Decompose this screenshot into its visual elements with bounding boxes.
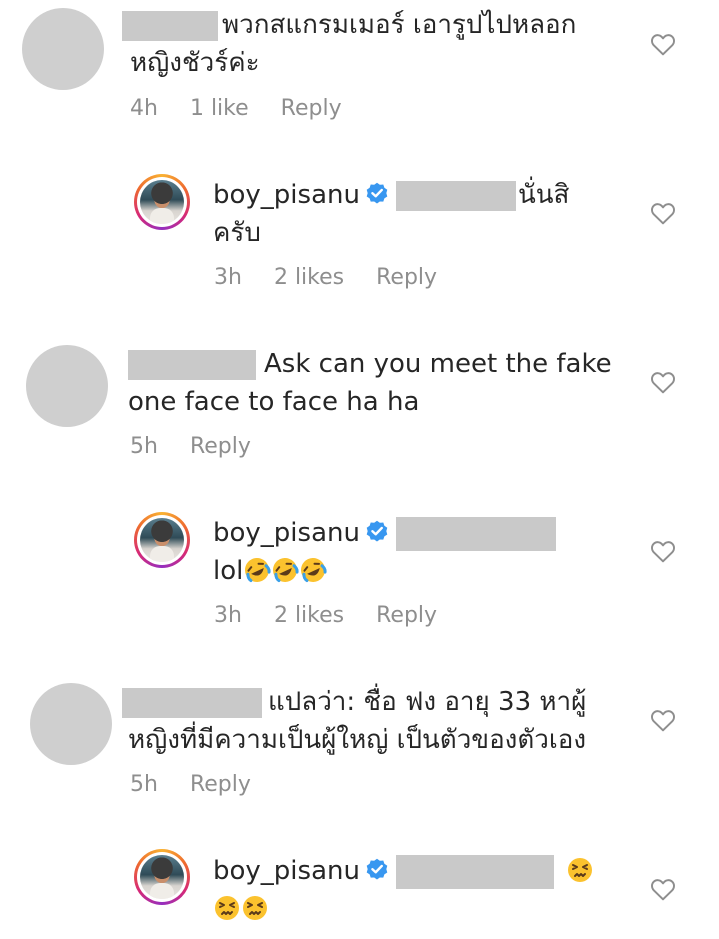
redacted-mention [395,854,554,889]
avatar[interactable] [30,683,112,765]
comment-text-line2: one face to face ha ha [128,387,420,417]
reply-button[interactable]: Reply [190,434,251,459]
comment-text-line2: หญิงที่มีความเป็นผู้ใหญ่ เป็นตัวของตัวเอ… [128,725,587,755]
verified-badge-icon [366,520,388,542]
comment-text: boy_pisanu lol [213,514,556,590]
comment-text-line1: แปลว่า: ชื่อ ฟง อายุ 33 หาผู้ [268,687,587,717]
rofl-emoji [245,558,271,583]
avatar[interactable] [22,8,104,90]
heart-outline-icon[interactable] [650,539,676,563]
likes-count[interactable]: 2 likes [274,603,344,628]
verified-badge-icon [366,858,388,880]
reply-button[interactable]: Reply [281,96,342,121]
username[interactable]: boy_pisanu [213,518,360,548]
avatar[interactable] [134,174,190,230]
comment-meta: 4h 1 like Reply [130,96,342,121]
redacted-mention [395,180,516,211]
rofl-emoji [301,558,327,583]
reply-button[interactable]: Reply [376,265,437,290]
comment-text-line2: lol [213,556,244,586]
comment-text-line2: ครับ [213,218,261,248]
comment-text: boy_pisanu [213,852,594,928]
reply-button[interactable]: Reply [190,772,251,797]
avatar[interactable] [134,512,190,568]
heart-outline-icon[interactable] [650,708,676,732]
persevering-face-emoji [243,896,267,920]
comment-meta: 5h Reply [130,772,251,797]
likes-count[interactable]: 2 likes [274,265,344,290]
comment-text: พวกสแกรมเมอร์ เอารูปไปหลอก หญิงชัวร์ค่ะ [122,6,576,82]
comment-text: แปลว่า: ชื่อ ฟง อายุ 33 หาผู้ หญิงที่มีค… [122,683,586,759]
comment-text-line2: หญิงชัวร์ค่ะ [130,48,260,78]
comment-meta: 3h 2 likes Reply [214,603,437,628]
timestamp: 5h [130,434,158,459]
comment-meta: 5h Reply [130,434,251,459]
timestamp: 5h [130,772,158,797]
timestamp: 3h [214,603,242,628]
comment-meta: 3h 2 likes Reply [214,265,437,290]
heart-outline-icon[interactable] [650,370,676,394]
persevering-face-emoji [215,896,239,920]
redacted-username [128,349,256,380]
comment-text: boy_pisanu นั่นสิ ครับ [213,176,569,252]
verified-badge-icon [366,182,388,204]
timestamp: 3h [214,265,242,290]
timestamp: 4h [130,96,158,121]
redacted-mention [395,516,556,551]
persevering-face-emoji [567,858,592,882]
avatar[interactable] [26,345,108,427]
comment-text-line1: นั่นสิ [517,180,570,210]
heart-outline-icon[interactable] [650,32,676,56]
avatar[interactable] [134,849,190,905]
heart-outline-icon[interactable] [650,201,676,225]
comment-text: Ask can you meet the fake one face to fa… [128,345,612,421]
heart-outline-icon[interactable] [650,877,676,901]
comment-text-line1: พวกสแกรมเมอร์ เอารูปไปหลอก [222,10,577,40]
username[interactable]: boy_pisanu [213,856,360,886]
rofl-emoji [273,558,299,583]
redacted-username [122,10,218,41]
username[interactable]: boy_pisanu [213,180,360,210]
likes-count[interactable]: 1 like [190,96,249,121]
reply-button[interactable]: Reply [376,603,437,628]
redacted-username [122,687,262,718]
comment-text-line1: Ask can you meet the fake [264,349,612,379]
